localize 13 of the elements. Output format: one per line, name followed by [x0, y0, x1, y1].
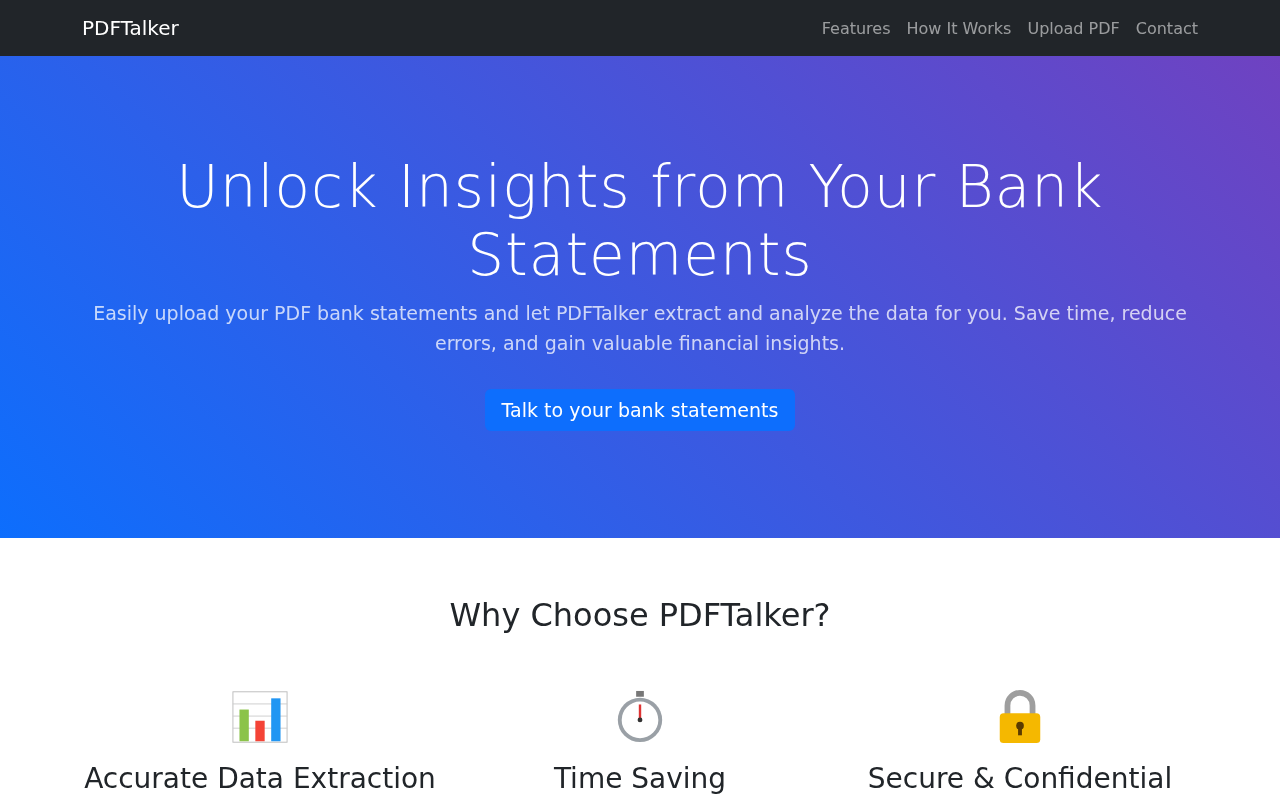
nav-link[interactable]: How It Works — [898, 18, 1020, 38]
nav-link[interactable]: Contact — [1127, 18, 1206, 38]
nav-link[interactable]: Features — [813, 18, 899, 38]
section-title: Why Choose PDFTalker? — [449, 596, 831, 634]
bar-chart-icon — [232, 690, 288, 744]
feature-title: Accurate Data Extraction — [84, 762, 436, 795]
brand-link[interactable]: PDFTalker — [82, 16, 179, 40]
hero-title: Unlock Insights from Your Bank Statements — [175, 154, 1105, 290]
cta-button[interactable]: Talk to your bank statements — [484, 388, 796, 431]
feature-title: Time Saving — [553, 762, 727, 795]
nav-link[interactable]: Upload PDF — [1019, 18, 1128, 38]
feature-title: Secure & Confidential — [867, 762, 1173, 795]
hero-lead: Easily upload your PDF bank statements and let PDFTalker extract and analyze the data for you. Save time, reduce errors, and gain valuable financial insights. — [92, 300, 1188, 357]
